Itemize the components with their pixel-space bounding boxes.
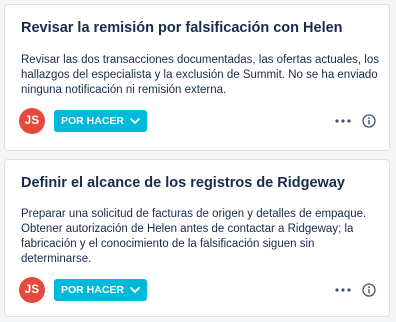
- task-card[interactable]: Revisar la remisión por falsificación co…: [4, 4, 390, 151]
- more-actions-icon[interactable]: [333, 111, 353, 131]
- info-icon[interactable]: [359, 111, 379, 131]
- assignee-avatar[interactable]: JS: [19, 108, 45, 134]
- task-card[interactable]: Definir el alcance de los registros de R…: [4, 159, 390, 317]
- chevron-down-icon: [129, 115, 141, 127]
- card-description: Revisar las dos transacciones documentad…: [21, 54, 379, 96]
- card-title: Revisar la remisión por falsificación co…: [21, 20, 343, 36]
- chevron-down-icon: [129, 284, 141, 296]
- card-title: Definir el alcance de los registros de R…: [21, 175, 345, 191]
- more-actions-icon[interactable]: [333, 280, 353, 300]
- status-label: POR HACER: [61, 284, 125, 296]
- assignee-avatar[interactable]: JS: [19, 277, 45, 303]
- status-label: POR HACER: [61, 115, 125, 127]
- status-dropdown-button[interactable]: POR HACER: [54, 279, 148, 301]
- status-dropdown-button[interactable]: POR HACER: [54, 110, 148, 132]
- card-footer: JS POR HACER: [19, 277, 379, 303]
- card-footer: JS POR HACER: [19, 108, 379, 134]
- card-description: Preparar una solicitud de facturas de or…: [21, 208, 367, 265]
- info-icon[interactable]: [359, 280, 379, 300]
- task-board: Revisar la remisión por falsificación co…: [0, 0, 396, 322]
